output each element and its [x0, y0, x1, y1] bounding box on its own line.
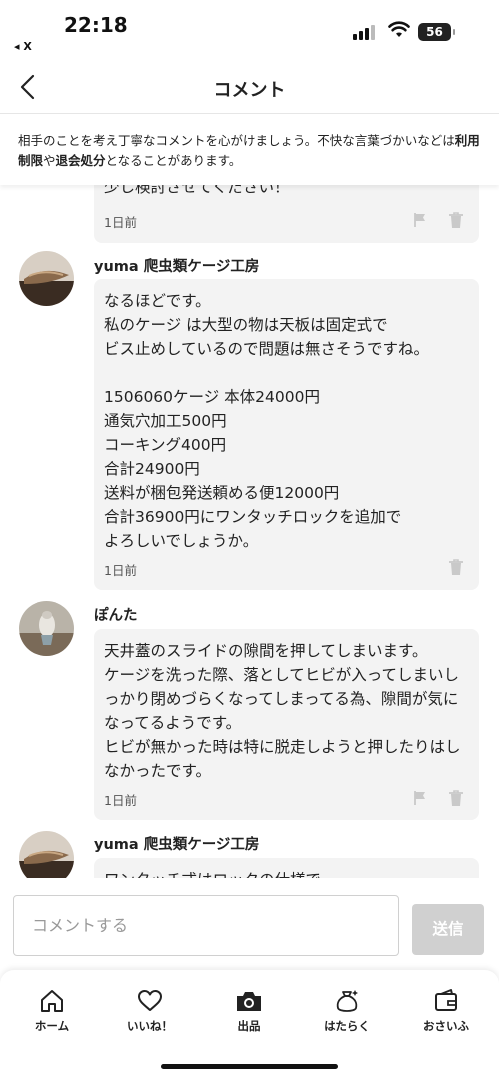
comment-guideline-notice: 相手のことを考え丁寧なコメントを心がけましょう。不快な言葉づかいなどは利用制限や…	[0, 115, 499, 185]
cellular-signal-icon	[353, 24, 377, 40]
comment-author[interactable]: yuma 爬虫類ケージ工房	[94, 255, 259, 276]
nav-label: ホーム	[34, 1019, 70, 1033]
nav-wallet[interactable]: おさいふ	[411, 988, 481, 1034]
nav-sell[interactable]: 出品	[214, 988, 284, 1034]
nav-home[interactable]: ホーム	[17, 988, 87, 1034]
nav-label: 出品	[237, 1019, 261, 1033]
status-time: 22:18	[64, 13, 128, 37]
send-button[interactable]: 送信	[412, 904, 484, 955]
notice-text-end: となることがあります。	[105, 153, 242, 168]
avatar[interactable]	[19, 601, 74, 656]
avatar[interactable]	[19, 831, 74, 878]
comment-bubble: 天井蓋のスライドの隙間を押してしまいます。 ケージを洗った際、落としてヒビが入っ…	[94, 629, 479, 820]
notice-account-suspension: 退会処分	[55, 153, 106, 168]
battery-icon: 56	[418, 23, 455, 41]
comment-text: なるほどです。 私のケージ は大型の物は天板は固定式で ビス止めしているので問題…	[104, 292, 430, 550]
home-indicator	[161, 1064, 338, 1069]
comment-text: ワンタッチ式はロックの仕様で	[94, 858, 479, 878]
wifi-icon	[388, 21, 410, 37]
comment-input[interactable]: コメントする	[13, 895, 399, 956]
comment-text: 少し検討させてください！	[104, 185, 290, 196]
comment-input-area: コメントする 送信	[0, 878, 499, 970]
heart-icon	[138, 990, 162, 1011]
comment-bubble: 少し検討させてください！ 1日前	[94, 185, 479, 243]
comment-list[interactable]: 少し検討させてください！ 1日前 yuma 爬虫類ケージ工房 なるほどです。 私…	[0, 185, 499, 878]
bottom-navigation: ホーム いいね！ 出品 はたらく おさいふ	[0, 970, 499, 1080]
back-to-app-link[interactable]: ◂ X	[14, 40, 32, 53]
home-icon	[41, 990, 63, 1012]
report-flag-icon[interactable]	[412, 790, 428, 806]
header: コメント	[0, 60, 499, 114]
nav-likes[interactable]: いいね！	[115, 988, 185, 1034]
notice-text: 相手のことを考え丁寧なコメントを心がけましょう。不快な言葉づかいなどは	[18, 133, 455, 148]
nav-label: はたらく	[324, 1019, 370, 1033]
nav-label: おさいふ	[423, 1019, 469, 1033]
delete-trash-icon[interactable]	[448, 558, 464, 576]
delete-trash-icon[interactable]	[448, 211, 464, 229]
comment-text: 天井蓋のスライドの隙間を押してしまいます。 ケージを洗った際、落としてヒビが入っ…	[104, 642, 461, 780]
comment-time: 1日前	[104, 215, 137, 230]
notice-text-connector: や	[43, 153, 56, 168]
comment-time: 1日前	[104, 793, 137, 808]
money-bag-icon	[336, 990, 358, 1012]
comment-time: 1日前	[104, 563, 137, 578]
comment-author[interactable]: yuma 爬虫類ケージ工房	[94, 833, 259, 854]
comment-bubble: なるほどです。 私のケージ は大型の物は天板は固定式で ビス止めしているので問題…	[94, 279, 479, 590]
camera-icon	[237, 992, 261, 1011]
comment-author[interactable]: ぽんた	[94, 604, 138, 625]
delete-trash-icon[interactable]	[448, 789, 464, 807]
nav-work[interactable]: はたらく	[312, 988, 382, 1034]
comment-bubble: ワンタッチ式はロックの仕様で	[94, 858, 479, 878]
wallet-icon	[435, 989, 457, 1011]
report-flag-icon[interactable]	[412, 212, 428, 228]
status-bar: 22:18 ◂ X 56	[0, 0, 499, 60]
nav-label: いいね！	[127, 1019, 173, 1033]
avatar[interactable]	[19, 251, 74, 306]
page-title: コメント	[213, 80, 286, 101]
